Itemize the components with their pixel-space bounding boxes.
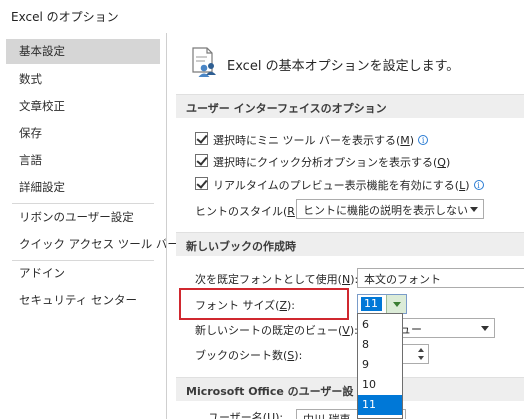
font-size-option-selected[interactable]: 11 xyxy=(358,395,402,415)
section-title-new-workbook: 新しいブックの作成時 xyxy=(186,240,296,253)
chevron-down-icon[interactable] xyxy=(386,295,406,313)
default-view-label: 新しいシートの既定のビュー(V): xyxy=(195,324,358,337)
font-size-label: フォント サイズ(Z): xyxy=(195,299,296,312)
page-heading: Excel の基本オプションを設定します。 xyxy=(227,59,460,74)
info-icon[interactable]: i xyxy=(418,135,429,145)
sheet-count-label: ブックのシート数(S): xyxy=(195,349,303,362)
info-icon[interactable]: i xyxy=(473,180,484,190)
sidebar-content-divider xyxy=(166,33,167,419)
section-title-ui-options: ユーザー インターフェイスのオプション xyxy=(186,102,387,115)
sidebar-item-language[interactable]: 言語 xyxy=(6,148,160,173)
live-preview-checkbox[interactable] xyxy=(195,177,208,190)
font-size-option[interactable]: 9 xyxy=(358,355,402,375)
spin-up-icon[interactable] xyxy=(418,348,424,352)
section-header-ui-options: ユーザー インターフェイスのオプション xyxy=(176,94,524,118)
sidebar-item-advanced[interactable]: 詳細設定 xyxy=(6,175,160,200)
general-options-icon xyxy=(190,46,220,78)
window-title: Excel のオプション xyxy=(11,10,119,24)
font-size-value: 11 xyxy=(361,297,382,311)
options-sidebar: 基本設定 数式 文章校正 保存 言語 詳細設定 リボンのユーザー設定 クイック … xyxy=(6,33,179,419)
sidebar-item-quick-access-toolbar[interactable]: クイック アクセス ツール バー xyxy=(6,232,179,257)
section-header-new-workbook: 新しいブックの作成時 xyxy=(176,232,524,256)
sidebar-item-customize-ribbon[interactable]: リボンのユーザー設定 xyxy=(6,205,160,230)
section-title-office-personalize: Microsoft Office のユーザー設 xyxy=(186,385,354,398)
sidebar-divider xyxy=(12,203,154,204)
tooltip-style-label: ヒントのスタイル(R): xyxy=(195,205,303,218)
sidebar-item-trust-center[interactable]: セキュリティ センター xyxy=(6,288,160,313)
tooltip-style-select[interactable]: ヒントに機能の説明を表示しない xyxy=(296,199,484,219)
font-size-option[interactable]: 8 xyxy=(358,335,402,355)
chevron-down-icon xyxy=(470,207,478,212)
sidebar-item-addins[interactable]: アドイン xyxy=(6,261,160,286)
sidebar-item-save[interactable]: 保存 xyxy=(6,121,160,146)
sidebar-item-proofing[interactable]: 文章校正 xyxy=(6,94,160,119)
sidebar-item-general[interactable]: 基本設定 xyxy=(6,39,160,64)
font-size-select[interactable]: 11 xyxy=(357,294,407,314)
mini-toolbar-checkbox[interactable] xyxy=(195,132,208,145)
font-size-option[interactable]: 6 xyxy=(358,315,402,335)
chevron-down-icon xyxy=(481,326,489,331)
spin-down-icon[interactable] xyxy=(418,356,424,360)
default-font-select[interactable]: 本文のフォント xyxy=(357,268,524,288)
font-size-option[interactable]: 10 xyxy=(358,375,402,395)
quick-analysis-checkbox[interactable] xyxy=(195,154,208,167)
section-header-office-personalize: Microsoft Office のユーザー設 xyxy=(176,377,524,401)
user-name-label: ユーザー名(U): xyxy=(208,411,284,419)
font-size-option[interactable]: 12 xyxy=(358,415,402,418)
default-font-label: 次を既定フォントとして使用(N): xyxy=(195,273,359,286)
sidebar-item-formulas[interactable]: 数式 xyxy=(6,67,160,92)
font-size-dropdown-list[interactable]: 6 8 9 10 11 12 xyxy=(357,313,403,419)
title-bar: Excel のオプション xyxy=(0,0,524,33)
